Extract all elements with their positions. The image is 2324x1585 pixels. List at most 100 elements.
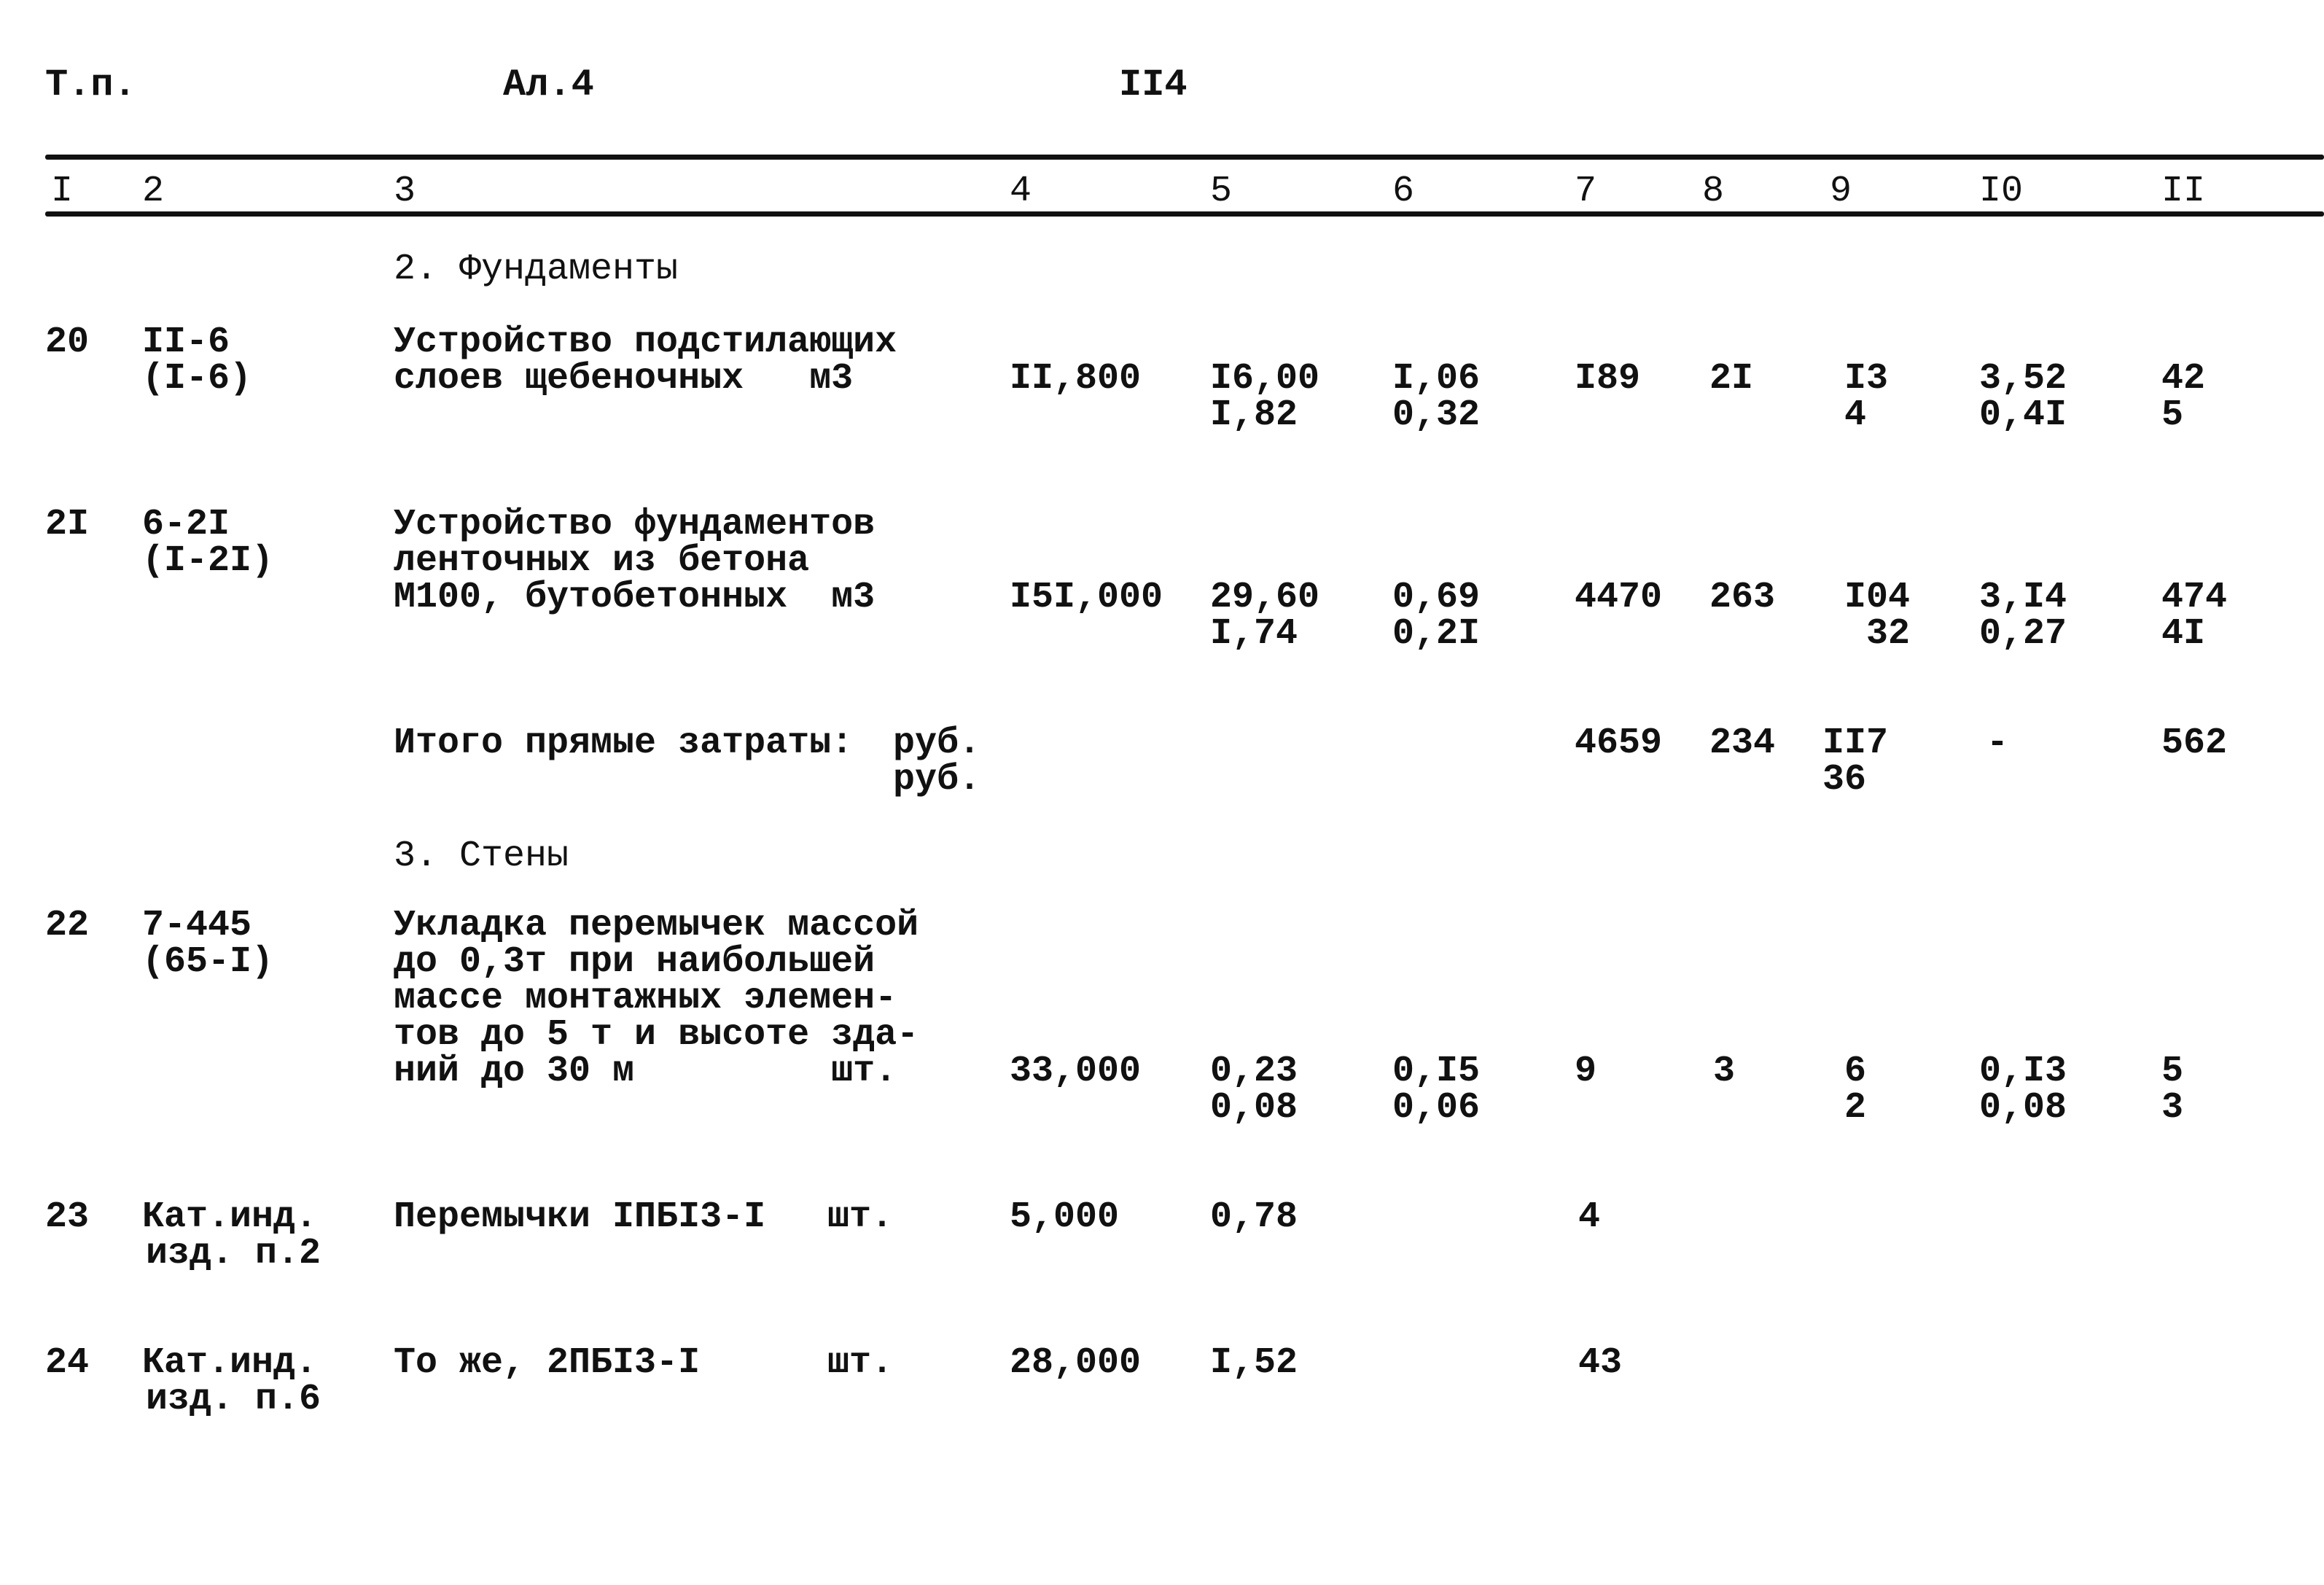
unit: м3 bbox=[809, 358, 854, 400]
value-line: I04 bbox=[1844, 577, 1910, 618]
description-line: слоев щебеночных bbox=[394, 358, 744, 400]
value-line: 0,2I bbox=[1392, 613, 1481, 655]
column-header: I0 bbox=[1979, 171, 2024, 212]
col7-value: 4470 bbox=[1575, 577, 1663, 618]
norm-code-line: 6-2I bbox=[142, 504, 230, 545]
table-header-bottom-rule bbox=[45, 211, 2324, 217]
row-number: 23 bbox=[45, 1196, 90, 1238]
value-line: 0,23 bbox=[1210, 1051, 1298, 1092]
col6-value: 0,I5 0,06 bbox=[1392, 1054, 1480, 1126]
col7-value: I89 bbox=[1575, 358, 1641, 400]
totals-label: Итого прямые затраты: bbox=[394, 723, 854, 764]
value-line: 0,27 bbox=[1979, 613, 2067, 655]
value-line: 0,I5 bbox=[1392, 1051, 1481, 1092]
value-line: 0,69 bbox=[1392, 577, 1481, 618]
col9-value: 62 bbox=[1844, 1054, 1866, 1126]
value-line: I3 bbox=[1844, 358, 1889, 400]
column-header: 9 bbox=[1830, 171, 1852, 212]
col9-value: I3 4 bbox=[1844, 361, 1888, 434]
value-line: 3,I4 bbox=[1979, 577, 2067, 618]
value-line: 3 bbox=[2161, 1087, 2184, 1129]
work-description: То же, 2ПБI3-I bbox=[394, 1342, 701, 1384]
work-description: Устройство подстилающих слоев щебеночных … bbox=[394, 324, 897, 397]
col5-value: 0,78 bbox=[1210, 1196, 1298, 1238]
col7-value: 43 bbox=[1578, 1342, 1623, 1384]
value-line: 3,52 bbox=[1979, 358, 2067, 400]
value-line: 42 bbox=[2161, 358, 2206, 400]
row-number: 2I bbox=[45, 504, 90, 545]
value-line: 5 bbox=[2161, 1051, 2184, 1092]
col10-value: 3,52 0,4I bbox=[1979, 361, 2067, 434]
description-line: Укладка перемычек массой bbox=[394, 905, 919, 946]
description-line: массе монтажных элемен- bbox=[394, 978, 897, 1019]
col7-value: 9 bbox=[1575, 1051, 1597, 1092]
col7-total: 4659 bbox=[1575, 723, 1663, 764]
norm-code-line: 7-445 bbox=[142, 905, 252, 946]
table-top-rule bbox=[45, 155, 2324, 160]
row-number: 20 bbox=[45, 322, 90, 363]
value-line: 0,32 bbox=[1392, 394, 1481, 436]
description-line: Устройство подстилающих bbox=[394, 322, 897, 363]
norm-code-line: (I-2I) bbox=[142, 540, 274, 582]
col5-value: 29,60 I,74 bbox=[1210, 580, 1319, 653]
column-header: II bbox=[2161, 171, 2206, 212]
col8-value: 2I bbox=[1709, 358, 1754, 400]
work-description: Устройство фундаментов ленточных из бетон… bbox=[394, 507, 875, 616]
norm-code-line: изд. п.6 bbox=[146, 1379, 321, 1420]
col5-value: I,52 bbox=[1210, 1342, 1298, 1384]
col11-value: 42 5 bbox=[2161, 361, 2205, 434]
value-line: 29,60 bbox=[1210, 577, 1320, 618]
col8-total: 234 bbox=[1709, 723, 1776, 764]
column-header: 2 bbox=[142, 171, 165, 212]
col9-value: I04 32 bbox=[1822, 580, 1910, 653]
unit: руб. bbox=[893, 759, 981, 801]
page-number: II4 bbox=[1119, 63, 1188, 106]
value-line: 0,4I bbox=[1979, 394, 2067, 436]
work-description: Перемычки IПБI3-I bbox=[394, 1196, 766, 1238]
norm-code-line: Кат.инд. bbox=[142, 1196, 318, 1238]
value-line: I,82 bbox=[1210, 394, 1298, 436]
norm-code: II-6 (I-6) bbox=[142, 324, 251, 397]
col11-value: 474 4I bbox=[2161, 580, 2227, 653]
unit: м3 bbox=[831, 577, 876, 618]
value-line: 474 bbox=[2161, 577, 2228, 618]
column-header: 3 bbox=[394, 171, 416, 212]
row-number: 24 bbox=[45, 1342, 90, 1384]
description-line: ний до 30 м bbox=[394, 1051, 635, 1092]
quantity: 33,000 bbox=[1010, 1051, 1142, 1092]
row-number: 22 bbox=[45, 905, 90, 946]
norm-code-line: (I-6) bbox=[142, 358, 252, 400]
description-line: до 0,3т при наибольшей bbox=[394, 941, 876, 983]
value-line: II7 bbox=[1822, 723, 1889, 764]
document-type-label: Т.п. bbox=[45, 63, 136, 106]
norm-code: 6-2I (I-2I) bbox=[142, 507, 273, 580]
col8-value: 3 bbox=[1713, 1051, 1736, 1092]
value-line: 0,08 bbox=[1979, 1087, 2067, 1129]
column-header: 8 bbox=[1702, 171, 1725, 212]
column-header: 6 bbox=[1392, 171, 1415, 212]
quantity: I5I,000 bbox=[1010, 577, 1163, 618]
column-header: 7 bbox=[1575, 171, 1597, 212]
column-header: 4 bbox=[1010, 171, 1032, 212]
value-line: I6,00 bbox=[1210, 358, 1320, 400]
unit: шт. bbox=[827, 1342, 894, 1384]
value-line: 4 bbox=[1844, 394, 1867, 436]
norm-code: Кат.инд. изд. п.2 bbox=[142, 1199, 321, 1272]
totals-units: руб. руб. bbox=[893, 725, 980, 798]
value-line: 36 bbox=[1822, 759, 1867, 801]
unit: шт. bbox=[831, 1051, 897, 1092]
col10-value: 0,I3 0,08 bbox=[1979, 1054, 2067, 1126]
col10-value: 3,I4 0,27 bbox=[1979, 580, 2067, 653]
quantity: 5,000 bbox=[1010, 1196, 1120, 1238]
description-line: Устройство фундаментов bbox=[394, 504, 876, 545]
value-line: I,06 bbox=[1392, 358, 1481, 400]
unit: шт. bbox=[827, 1196, 894, 1238]
value-line: 0,08 bbox=[1210, 1087, 1298, 1129]
col5-value: I6,00 I,82 bbox=[1210, 361, 1319, 434]
col11-value: 53 bbox=[2161, 1054, 2183, 1126]
value-line: 2 bbox=[1844, 1087, 1867, 1129]
value-line: 6 bbox=[1844, 1051, 1867, 1092]
description-line: тов до 5 т и высоте зда- bbox=[394, 1014, 919, 1056]
column-header: 5 bbox=[1210, 171, 1233, 212]
section-heading: 3. Стены bbox=[394, 836, 569, 877]
